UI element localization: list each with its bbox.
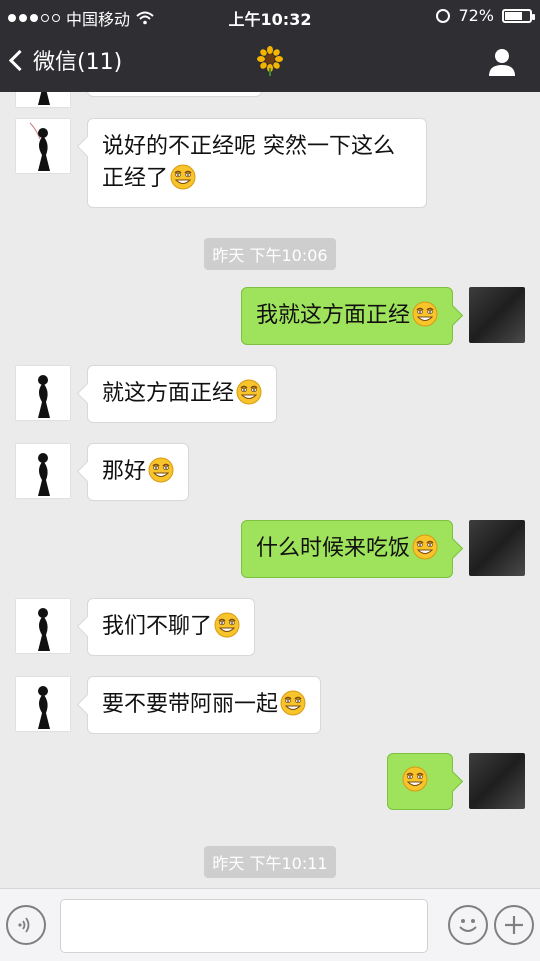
grin-emoji-icon	[412, 534, 438, 560]
message-bubble[interactable]	[87, 92, 262, 97]
message-text: 什么时候来吃饭	[255, 536, 410, 561]
grin-emoji-icon	[170, 164, 196, 190]
chat-area[interactable]: 说好的不正经呢 突然一下这么 正经了 昨天 下午10:06 我就这方面正经 就这…	[0, 92, 540, 888]
message-text: 说好的不正经呢 突然一下这么	[102, 134, 395, 159]
message-bubble[interactable]	[387, 753, 453, 810]
my-avatar[interactable]	[469, 520, 525, 576]
contact-avatar[interactable]	[15, 92, 71, 108]
back-label: 微信(11)	[33, 50, 123, 75]
chevron-left-icon	[8, 49, 31, 71]
grin-emoji-icon	[236, 379, 262, 405]
contact-avatar[interactable]	[15, 676, 71, 732]
message-bubble[interactable]: 说好的不正经呢 突然一下这么 正经了	[87, 118, 427, 208]
nav-bar: 微信(11)	[0, 30, 540, 92]
message-text: 就这方面正经	[102, 381, 235, 406]
message-bubble[interactable]: 什么时候来吃饭	[240, 520, 453, 578]
contact-avatar[interactable]	[15, 365, 71, 421]
timestamp: 昨天 下午10:06	[0, 238, 540, 270]
message-bubble[interactable]: 我们不聊了	[87, 598, 256, 656]
message-text: 我们不聊了	[102, 614, 213, 639]
person-icon[interactable]	[486, 46, 518, 78]
my-avatar[interactable]	[469, 753, 525, 809]
back-button[interactable]: 微信(11)	[8, 44, 123, 76]
voice-button[interactable]	[6, 905, 46, 945]
contact-avatar[interactable]	[15, 443, 71, 499]
contact-avatar[interactable]	[15, 598, 71, 654]
sunflower-icon	[257, 46, 283, 76]
message-text: 那好	[102, 459, 147, 484]
message-input[interactable]	[60, 899, 428, 953]
more-button[interactable]	[494, 905, 534, 945]
smiley-icon	[459, 919, 477, 932]
top-bar: 中国移动 上午10:32 72% 微信(11)	[0, 0, 540, 92]
message-bubble[interactable]: 我就这方面正经	[240, 287, 453, 345]
message-text: 要不要带阿丽一起	[102, 692, 279, 717]
status-right: 72%	[436, 6, 535, 25]
grin-emoji-icon	[280, 690, 306, 716]
grin-emoji-icon	[412, 301, 438, 327]
message-bubble[interactable]: 就这方面正经	[87, 365, 278, 423]
battery-icon	[502, 8, 535, 23]
message-text: 正经了	[102, 166, 169, 191]
alarm-icon	[436, 8, 451, 23]
message-text: 我就这方面正经	[255, 303, 410, 328]
message-bubble[interactable]: 那好	[87, 443, 190, 501]
contact-avatar[interactable]	[15, 118, 71, 174]
timestamp: 昨天 下午10:11	[0, 846, 540, 878]
battery-percent: 72%	[458, 6, 494, 25]
voice-icon	[18, 917, 30, 933]
status-bar: 中国移动 上午10:32 72%	[0, 0, 540, 30]
grin-emoji-icon	[214, 612, 240, 638]
my-avatar[interactable]	[469, 287, 525, 343]
input-bar	[0, 888, 540, 961]
message-bubble[interactable]: 要不要带阿丽一起	[87, 676, 322, 734]
emoji-button[interactable]	[448, 905, 488, 945]
grin-emoji-icon	[402, 766, 428, 792]
grin-emoji-icon	[148, 457, 174, 483]
plus-icon	[505, 916, 523, 934]
